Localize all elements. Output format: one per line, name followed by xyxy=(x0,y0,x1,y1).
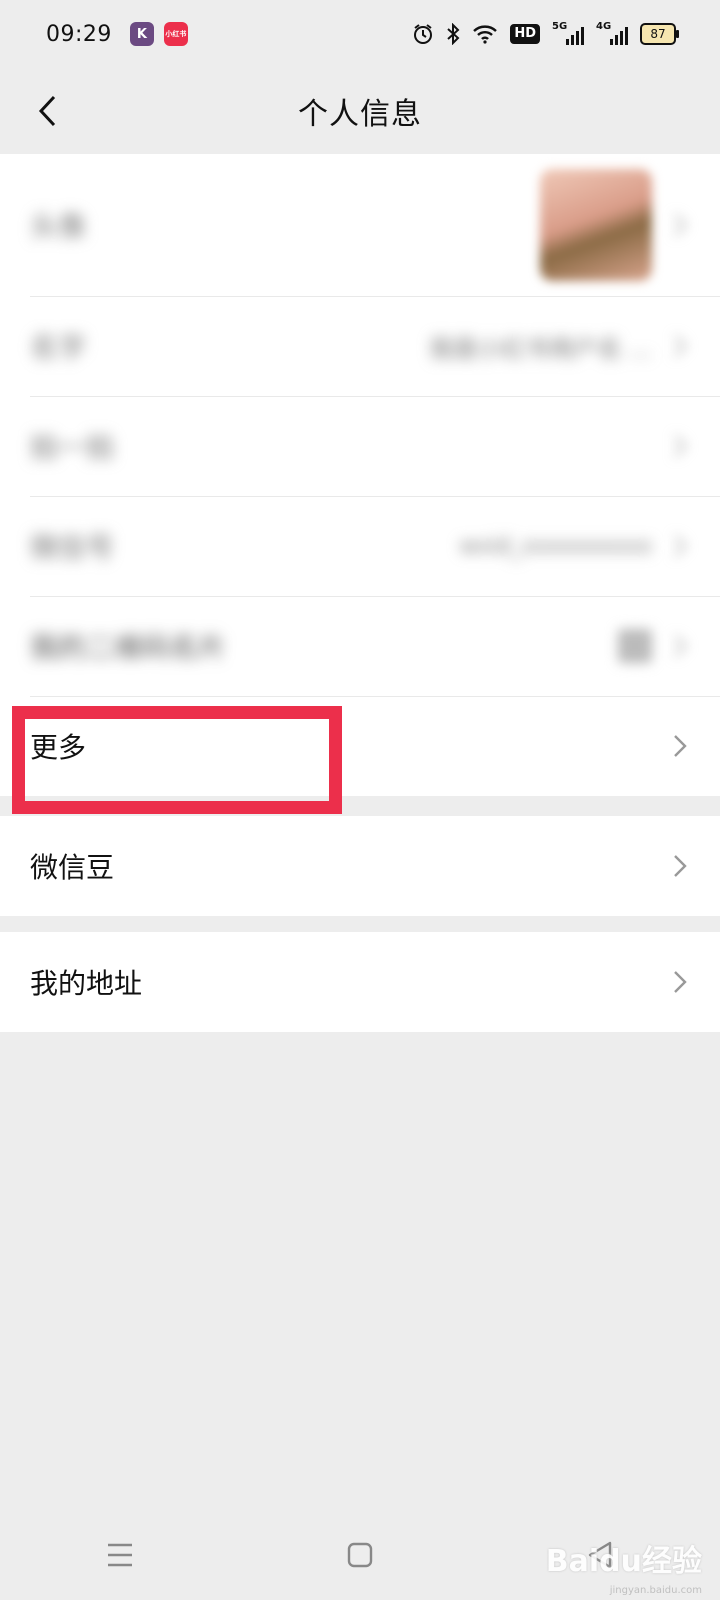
row-more[interactable]: 更多 xyxy=(0,696,720,796)
beans-group: 微信豆 xyxy=(0,816,720,916)
home-button[interactable] xyxy=(330,1530,390,1580)
chevron-right-icon xyxy=(670,731,690,761)
watermark-text: Baidu经验 xyxy=(545,1544,702,1579)
chevron-right-icon xyxy=(670,210,690,240)
row-pat[interactable]: 拍一拍 xyxy=(0,396,720,496)
row-label: 微信豆 xyxy=(30,851,115,884)
chevron-right-icon xyxy=(670,531,690,561)
menu-button[interactable] xyxy=(90,1530,150,1580)
row-name[interactable]: 名字 我是小红书用户名 ... xyxy=(0,296,720,396)
app-xiaohongshu-icon: 小红书 xyxy=(163,22,188,46)
row-label: 头像 xyxy=(30,210,87,243)
row-qr-card[interactable]: 我的二维码名片 xyxy=(0,596,720,696)
row-avatar[interactable]: 头像 xyxy=(0,154,720,296)
chevron-right-icon xyxy=(670,431,690,461)
row-value: 我是小红书用户名 ... xyxy=(429,334,652,363)
row-label: 我的地址 xyxy=(30,967,143,1000)
battery-icon: 87 xyxy=(640,23,679,45)
status-time: 09:29 xyxy=(46,21,112,47)
row-wechat-beans[interactable]: 微信豆 xyxy=(0,816,720,916)
alarm-icon xyxy=(412,23,434,45)
chevron-right-icon xyxy=(670,851,690,881)
hd-icon: HD xyxy=(510,24,540,44)
chevron-right-icon xyxy=(670,331,690,361)
row-label: 拍一拍 xyxy=(30,431,115,464)
page-title: 个人信息 xyxy=(298,97,422,132)
row-wechat-id[interactable]: 微信号 wxid_xxxxxxxxxx xyxy=(0,496,720,596)
signal-5g-icon: 5G xyxy=(552,21,584,45)
profile-group: 头像 名字 我是小红书用户名 ... 拍一拍 微信号 wxid_xxxxxxxx… xyxy=(0,154,720,796)
status-icons: HD 5G 4G 87 xyxy=(412,21,679,45)
row-label: 名字 xyxy=(30,331,87,364)
row-label: 微信号 xyxy=(30,531,115,564)
row-my-address[interactable]: 我的地址 xyxy=(0,932,720,1032)
row-label: 我的二维码名片 xyxy=(30,626,226,666)
qr-code-icon xyxy=(618,629,652,663)
status-bar: 09:29 K 小红书 HD 5G 4G 87 xyxy=(0,0,720,68)
back-button[interactable] xyxy=(22,86,72,136)
signal-4g-icon: 4G xyxy=(596,21,628,45)
row-label: 更多 xyxy=(30,731,87,764)
nav-bar: 个人信息 xyxy=(0,68,720,154)
watermark-subtext: jingyan.baidu.com xyxy=(609,1585,702,1596)
back-chevron-icon xyxy=(38,95,56,127)
wifi-icon xyxy=(472,24,498,44)
baidu-watermark: Baidu经验 jingyan.baidu.com xyxy=(545,1536,702,1596)
app-k-icon: K xyxy=(129,22,154,46)
blurred-label: 我的二维码名片 xyxy=(30,631,227,664)
home-square-icon xyxy=(347,1542,373,1568)
avatar xyxy=(540,169,652,281)
bluetooth-icon xyxy=(446,23,460,45)
row-value: wxid_xxxxxxxxxx xyxy=(459,533,652,559)
address-group: 我的地址 xyxy=(0,932,720,1032)
chevron-right-icon xyxy=(670,631,690,661)
chevron-right-icon xyxy=(670,967,690,997)
menu-icon xyxy=(108,1543,132,1567)
